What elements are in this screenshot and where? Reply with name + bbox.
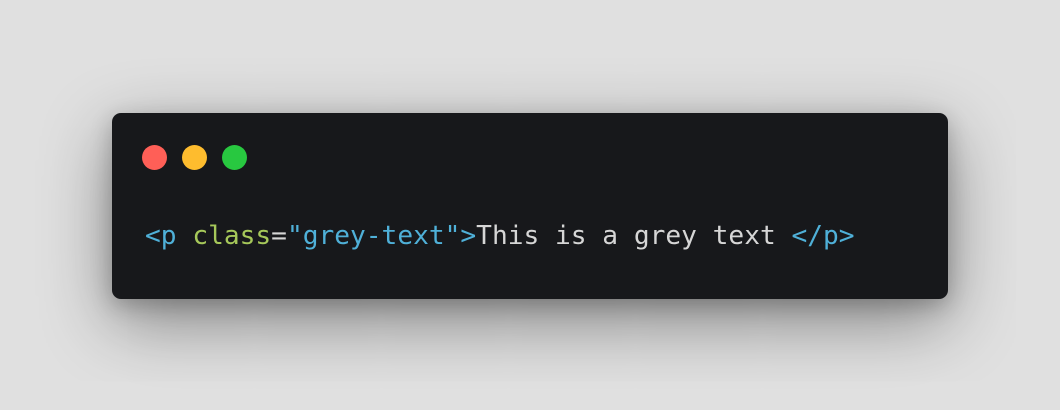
maximize-dot-icon[interactable]: [222, 145, 247, 170]
close-dot-icon[interactable]: [142, 145, 167, 170]
code-open-tag-close: >: [460, 221, 477, 251]
code-block: <p class="grey-text">This is a grey text…: [145, 217, 855, 255]
code-attribute-name: class: [192, 221, 272, 251]
window-controls: [142, 145, 247, 170]
code-attribute-value: "grey-text": [286, 221, 461, 251]
code-inner-text: This is a grey text: [476, 221, 792, 251]
minimize-dot-icon[interactable]: [182, 145, 207, 170]
code-window: <p class="grey-text">This is a grey text…: [112, 113, 948, 299]
code-open-tag: <p: [145, 221, 177, 251]
code-equals: =: [271, 221, 287, 251]
code-close-tag: </p>: [791, 221, 855, 251]
